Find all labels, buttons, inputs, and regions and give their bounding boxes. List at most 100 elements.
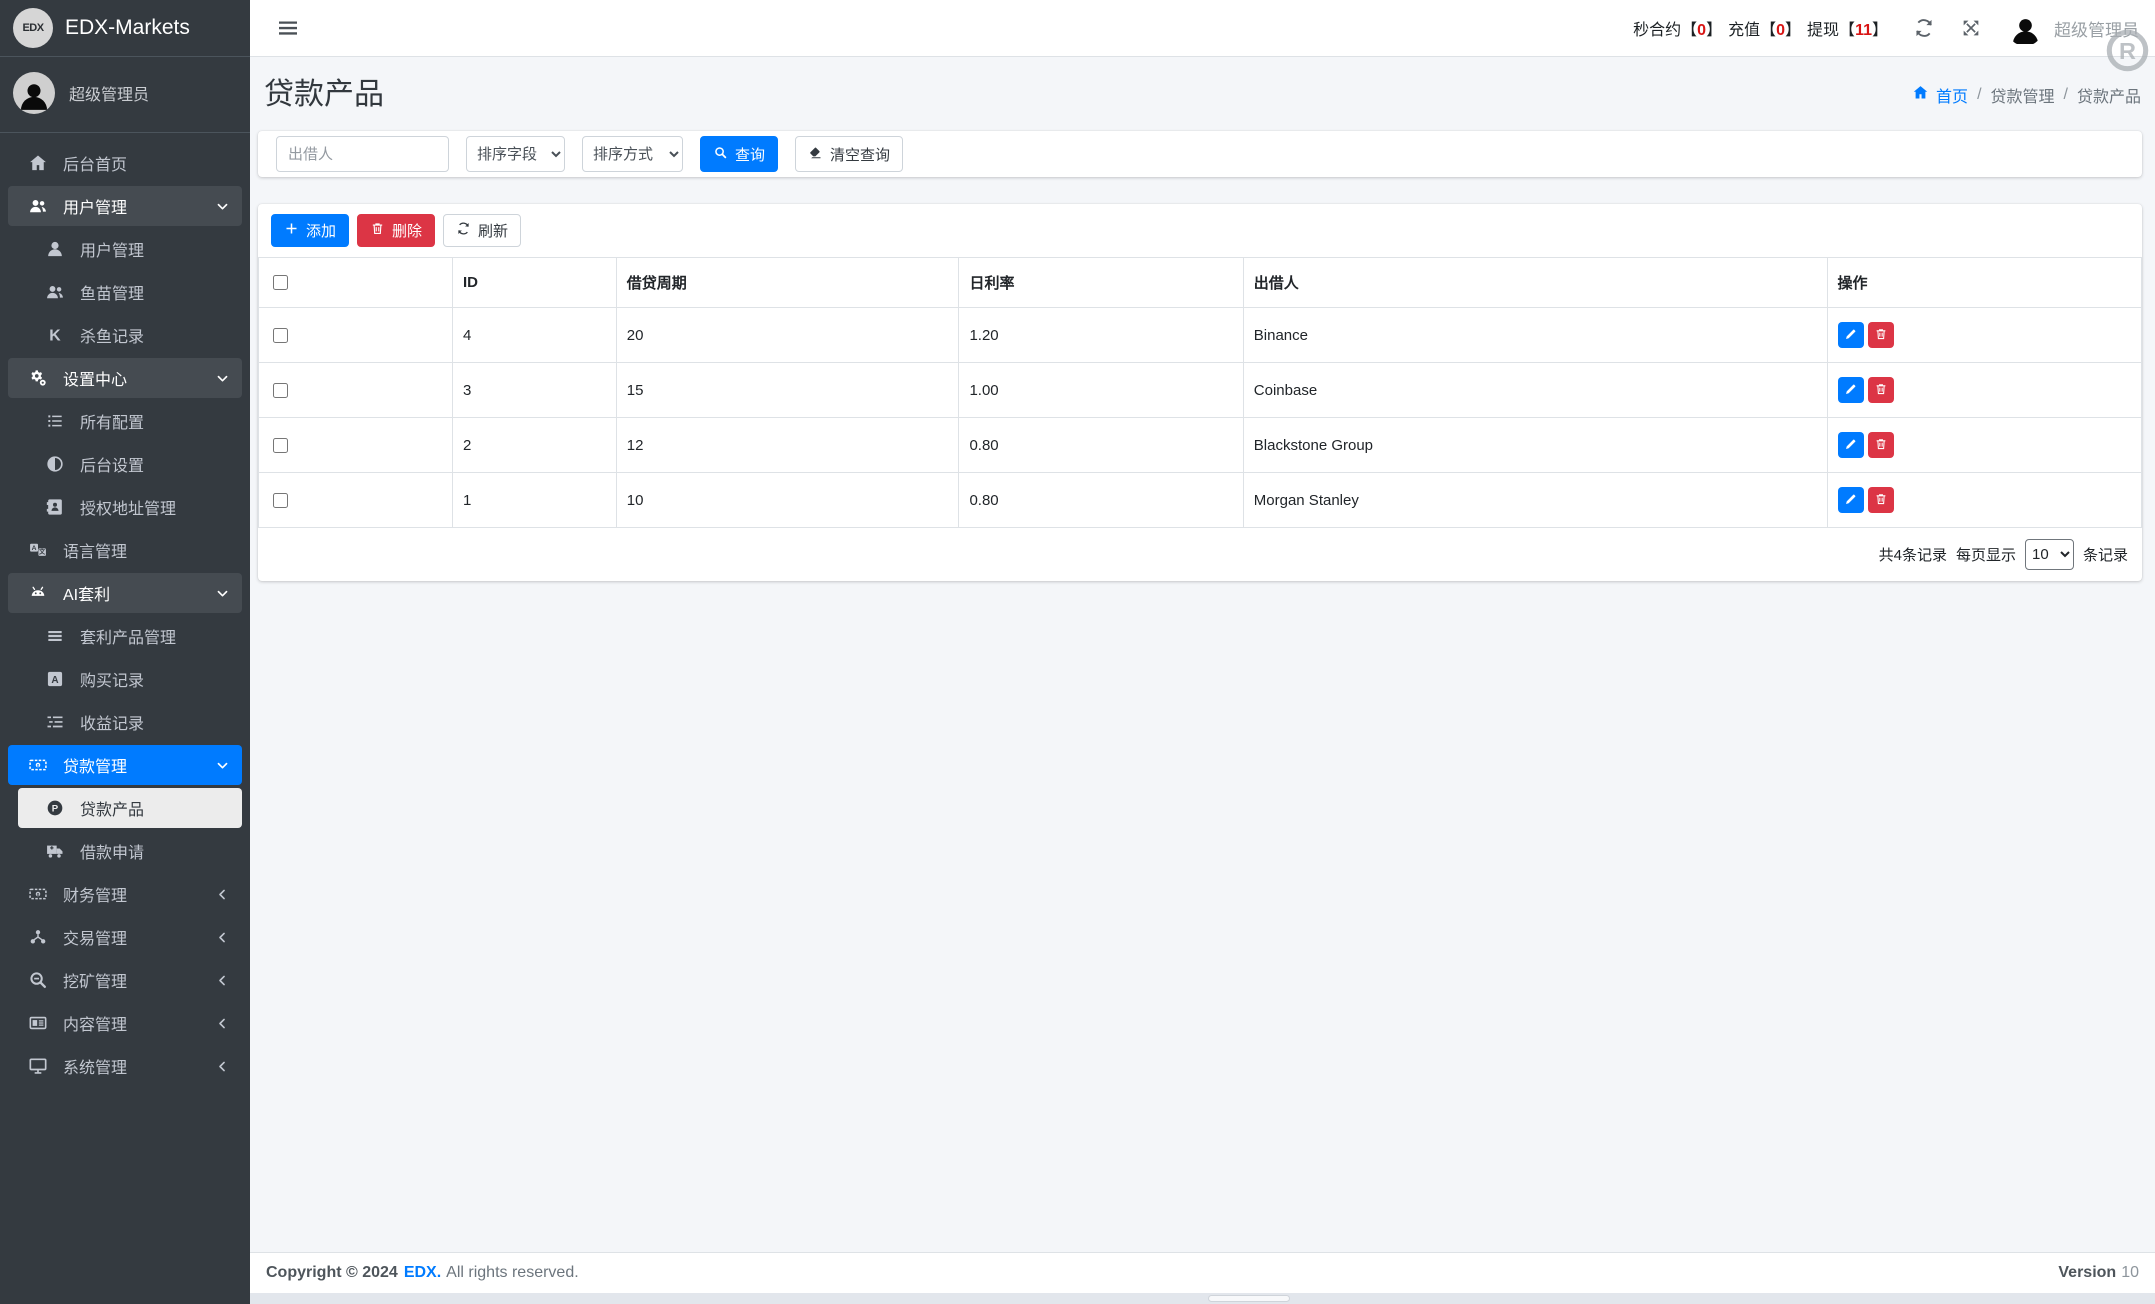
sidebar-submenu: 所有配置 后台设置 授权地址管理 [8,401,242,527]
rights-text: All rights reserved. [446,1264,579,1281]
sidebar-item-kill-fish-records[interactable]: K 杀鱼记录 [18,315,242,355]
newspaper-icon [27,1013,48,1034]
add-button[interactable]: 添加 [271,214,350,247]
language-icon: A文 [27,540,48,561]
sidebar-item-label: 语言管理 [63,544,128,561]
refresh-icon[interactable] [1913,17,1935,39]
home-icon [1912,84,1929,106]
sidebar-item-earnings-records[interactable]: 收益记录 [18,702,242,742]
users-icon [27,196,48,217]
pending-stat-提现[interactable]: 提现【11】 [1807,16,1888,40]
sidebar-item-loan-management[interactable]: 0 贷款管理 [8,745,242,785]
per-page-label: 每页显示 [1955,547,2016,564]
sidebar-item-purchase-records[interactable]: A 购买记录 [18,659,242,699]
horizontal-scrollbar-thumb[interactable] [1208,1295,1290,1302]
breadcrumb-item[interactable]: 首页 [1912,83,1968,107]
sidebar-item-label: 设置中心 [63,372,128,389]
sidebar-item-user-management[interactable]: 用户管理 [8,186,242,226]
horizontal-scrollbar[interactable] [250,1293,2155,1304]
pagination: 共4条记录 每页显示 10 条记录 [258,528,2142,581]
list-icon [44,411,65,432]
sidebar-item-system-management[interactable]: 系统管理 [8,1046,242,1086]
sidebar-item-loan-products[interactable]: P 贷款产品 [18,788,242,828]
clear-search-button[interactable]: 清空查询 [795,136,904,172]
footer-version: Version 10 [2058,1264,2139,1281]
breadcrumb-item: 贷款产品 [2076,89,2141,106]
app-window: EDX EDX-Markets 超级管理员 后台首页 用户管理 用户管理 鱼苗管理 K 杀… [0,0,2155,1304]
sidebar-item-language-management[interactable]: A 文语言管理 [8,530,242,570]
sidebar-toggle-button[interactable] [276,16,300,40]
sort-order-select[interactable]: 排序方式 [582,136,683,172]
lender-search-input[interactable] [276,136,449,172]
user-icon [44,239,65,260]
sidebar-user-panel[interactable]: 超级管理员 [0,57,250,133]
navbar-pending-stats[interactable]: 秒合约【0】 充值【0】 提现【11】 [1633,16,1888,40]
refresh-table-button[interactable]: 刷新 [443,214,522,247]
sidebar-menu-entry: 0 财务管理 [8,874,242,914]
pending-stat-秒合约[interactable]: 秒合约【0】 [1633,16,1722,40]
edit-row-button[interactable] [1837,432,1864,458]
sidebar-item-backend-home[interactable]: 后台首页 [8,143,242,183]
table-toolbar: 添加 删除 刷新 [258,204,2142,257]
trash-icon [1874,437,1888,454]
footer-brand-link[interactable]: EDX. [404,1264,441,1282]
sidebar-item-mining-management[interactable]: 挖矿管理 [8,960,242,1000]
fullscreen-icon[interactable] [1960,17,1982,39]
sidebar-item-settings-center[interactable]: 设置中心 [8,358,242,398]
cell-rate: 1.00 [958,362,1244,418]
row-checkbox[interactable] [273,327,288,343]
delete-row-button[interactable] [1867,322,1894,348]
delete-row-button[interactable] [1867,432,1894,458]
refresh-icon [456,221,471,240]
cell-period: 20 [615,307,960,363]
sidebar-item-finance-management[interactable]: 0 财务管理 [8,874,242,914]
cell-id: 4 [451,307,617,363]
sidebar-submenu-entry: 鱼苗管理 [18,272,242,312]
cell-id: 2 [451,417,617,473]
trash-icon [1874,492,1888,509]
row-checkbox[interactable] [273,492,288,508]
chevron-left-icon [215,1016,230,1031]
brand[interactable]: EDX EDX-Markets [0,0,250,57]
sidebar-item-all-configs[interactable]: 所有配置 [18,401,242,441]
chevron-down-icon [215,758,230,773]
cell-lender: Morgan Stanley [1242,472,1828,528]
sort-field-select[interactable]: 排序字段 [466,136,565,172]
sidebar-item-user-admin[interactable]: 用户管理 [18,229,242,269]
edit-row-button[interactable] [1837,377,1864,403]
cell-rate: 0.80 [958,417,1244,473]
sidebar-menu-entry: 0 贷款管理 [8,745,242,785]
pending-stat-充值[interactable]: 充值【0】 [1728,16,1801,40]
navbar-user-menu[interactable]: 超级管理员 [2007,10,2139,46]
per-page-select[interactable]: 10 [2024,539,2074,570]
row-checkbox[interactable] [273,437,288,453]
k-icon: K [44,325,65,346]
search-button[interactable]: 查询 [700,136,779,172]
chevron-down-icon [215,586,230,601]
table-header-row: ID 借贷周期 日利率 出借人 操作 [258,257,2142,308]
edit-row-button[interactable] [1837,487,1864,513]
sidebar-item-content-management[interactable]: 内容管理 [8,1003,242,1043]
row-checkbox[interactable] [273,382,288,398]
network-icon [27,927,48,948]
sidebar-submenu-entry: 后台设置 [18,444,242,484]
edit-row-button[interactable] [1837,322,1864,348]
sidebar-item-backend-settings[interactable]: 后台设置 [18,444,242,484]
sidebar-item-label: 杀鱼记录 [80,329,145,346]
delete-row-button[interactable] [1867,487,1894,513]
select-all-checkbox[interactable] [273,275,288,290]
breadcrumb-item[interactable]: 贷款管理 [1991,83,2055,107]
delete-row-button[interactable] [1867,377,1894,403]
delete-button[interactable]: 删除 [357,214,436,247]
sidebar-item-authorized-address-management[interactable]: 授权地址管理 [18,487,242,527]
sidebar-item-loan-applications[interactable]: 借款申请 [18,831,242,871]
sidebar-item-fry-management[interactable]: 鱼苗管理 [18,272,242,312]
sidebar-item-trade-management[interactable]: 交易管理 [8,917,242,957]
sidebar-submenu-entry: 用户管理 [18,229,242,269]
sidebar-item-ai-arbitrage[interactable]: AI套利 [8,573,242,613]
table-row: 2 12 0.80 Blackstone Group [258,417,2142,473]
navbar-user-name: 超级管理员 [2054,20,2139,40]
avatar [2007,10,2043,46]
brand-name: EDX-Markets [65,16,190,39]
sidebar-item-arbitrage-product-management[interactable]: 套利产品管理 [18,616,242,656]
